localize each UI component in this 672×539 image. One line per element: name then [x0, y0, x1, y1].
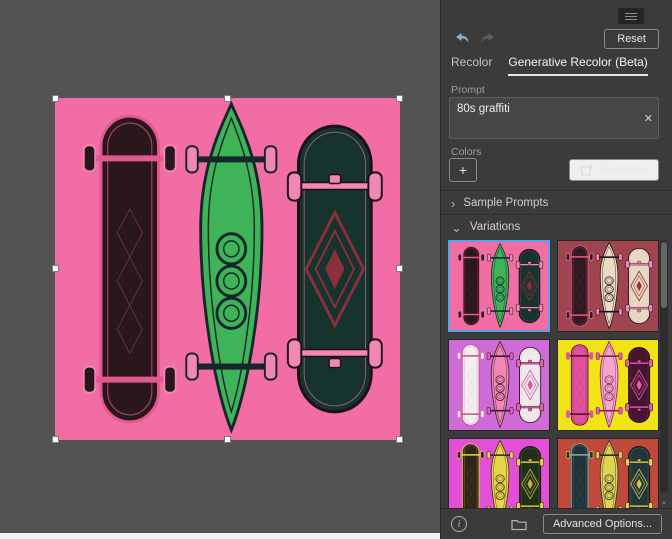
sample-prompts-section[interactable]: › Sample Prompts — [451, 192, 659, 214]
variation-thumbnail[interactable] — [557, 240, 659, 332]
canvas-area[interactable] — [0, 0, 440, 539]
selection-handle[interactable] — [224, 95, 231, 102]
undo-button[interactable] — [451, 29, 473, 49]
generate-label: Generate — [600, 164, 648, 176]
panel-header: Reset — [451, 28, 659, 50]
close-icon[interactable]: ✕ — [644, 98, 653, 138]
artwork[interactable] — [55, 98, 400, 440]
prompt-label: Prompt — [451, 84, 485, 96]
variations-section[interactable]: ⌄ Variations — [451, 216, 659, 238]
prompt-input[interactable]: 80s graffiti ✕ — [449, 97, 659, 139]
scroll-down-icon[interactable]: ⌄ — [660, 497, 668, 506]
panel-tabs: Recolor Generative Recolor (Beta) — [451, 55, 659, 76]
selection-handle[interactable] — [396, 95, 403, 102]
variations-label: Variations — [469, 221, 521, 233]
variation-thumbnail[interactable] — [448, 339, 550, 431]
divider — [441, 214, 672, 215]
selection-handle[interactable] — [52, 436, 59, 443]
undo-icon — [456, 33, 469, 43]
panel-menu-icon[interactable] — [618, 8, 644, 24]
selection-handle[interactable] — [396, 265, 403, 272]
chevron-down-icon: ⌄ — [451, 219, 462, 235]
scrollbar-track[interactable] — [660, 240, 668, 493]
selection-handle[interactable] — [52, 95, 59, 102]
generate-button[interactable]: Generate — [569, 159, 659, 181]
folder-button[interactable] — [511, 518, 527, 531]
scrollbar-thumb[interactable] — [661, 242, 667, 308]
info-icon[interactable]: i — [451, 516, 467, 532]
prompt-value: 80s graffiti — [457, 103, 510, 115]
redo-button[interactable] — [477, 29, 499, 49]
variation-thumbnail[interactable] — [557, 339, 659, 431]
sample-prompts-label: Sample Prompts — [463, 197, 549, 209]
plus-icon: + — [458, 162, 468, 178]
redo-icon — [481, 33, 494, 43]
panel-bottom-bar: i Advanced Options... — [441, 508, 672, 539]
variation-thumbnail[interactable] — [448, 240, 550, 332]
actions-row: + Generate — [449, 158, 659, 182]
variation-thumbnail[interactable] — [448, 438, 550, 508]
selection-handle[interactable] — [396, 436, 403, 443]
selection-handle[interactable] — [52, 265, 59, 272]
window-edge — [0, 533, 440, 539]
variations-grid — [448, 240, 659, 508]
generate-icon — [580, 163, 595, 176]
reset-button[interactable]: Reset — [604, 29, 659, 49]
divider — [441, 190, 672, 191]
chevron-right-icon: › — [451, 195, 456, 211]
selection-handle[interactable] — [224, 436, 231, 443]
add-color-button[interactable]: + — [449, 158, 477, 182]
app-window: Reset Recolor Generative Recolor (Beta) … — [0, 0, 672, 539]
tab-recolor[interactable]: Recolor — [451, 55, 492, 76]
recolor-panel: Reset Recolor Generative Recolor (Beta) … — [440, 0, 672, 539]
variation-thumbnail[interactable] — [557, 438, 659, 508]
folder-icon — [511, 519, 527, 530]
tab-generative-recolor[interactable]: Generative Recolor (Beta) — [508, 55, 648, 76]
colors-label: Colors — [451, 146, 482, 158]
advanced-options-button[interactable]: Advanced Options... — [542, 514, 662, 534]
